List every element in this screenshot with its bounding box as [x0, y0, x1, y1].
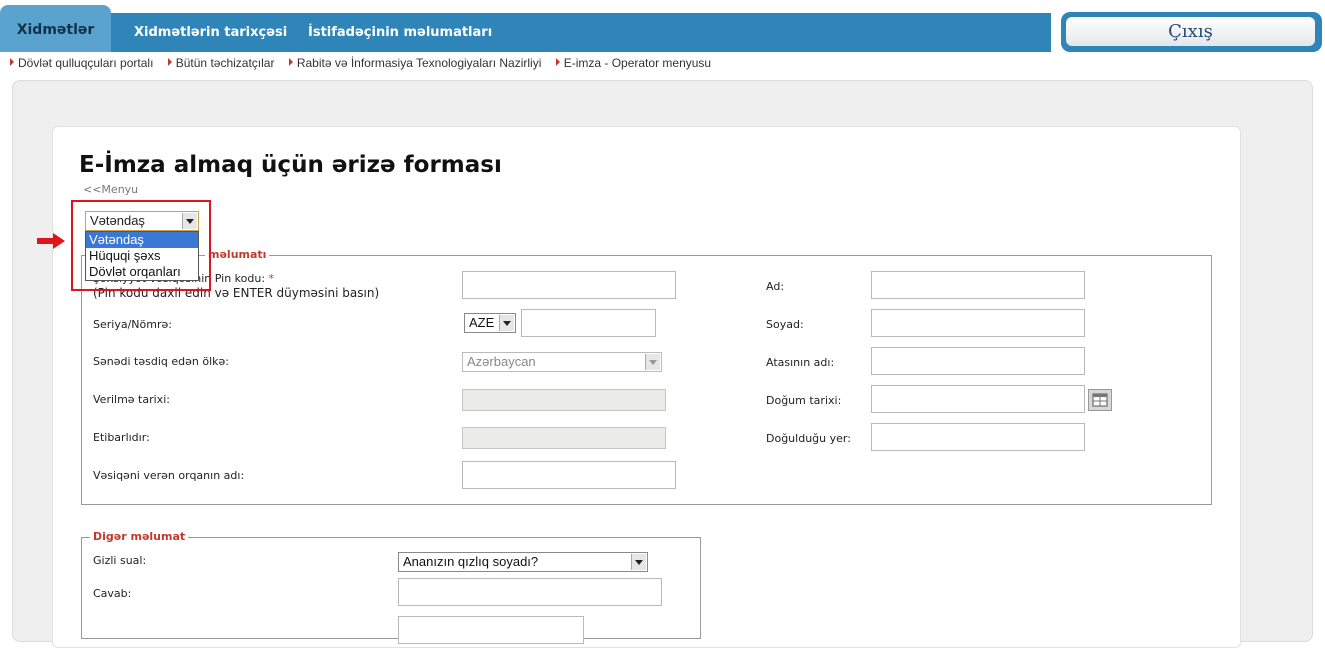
- extra-input[interactable]: [398, 616, 584, 644]
- personal-info-legend: məlumatı: [205, 248, 270, 261]
- back-to-menu-link[interactable]: <<Menyu: [83, 183, 138, 196]
- answer-label: Cavab:: [93, 587, 132, 600]
- birth-place-label: Doğulduğu yer:: [766, 432, 851, 445]
- pin-input[interactable]: [462, 271, 676, 299]
- breadcrumb-item[interactable]: Bütün təchizatçılar: [167, 56, 274, 70]
- name-label: Ad:: [766, 280, 785, 293]
- birth-date-input[interactable]: [871, 385, 1085, 413]
- tab-services[interactable]: Xidmətlər: [0, 5, 111, 52]
- issuer-label: Vəsiqəni verən orqanın adı:: [93, 469, 245, 482]
- father-name-label: Atasının adı:: [766, 356, 835, 369]
- chevron-down-icon: [649, 360, 657, 365]
- surname-label: Soyad:: [766, 318, 804, 331]
- other-info-legend: Digər məlumat: [90, 530, 189, 543]
- issue-date-label: Verilmə tarixi:: [93, 393, 170, 406]
- breadcrumb-item[interactable]: E-imza - Operator menyusu: [555, 56, 711, 70]
- annotation-arrow-icon: [37, 233, 65, 249]
- secret-question-select[interactable]: Ananızın qızlıq soyadı?: [398, 552, 648, 572]
- chevron-down-icon: [503, 321, 511, 326]
- secret-question-label: Gizli sual:: [93, 554, 147, 567]
- valid-until-field: [462, 427, 666, 449]
- bullet-triangle-icon: [167, 58, 172, 66]
- birth-place-input[interactable]: [871, 423, 1085, 451]
- logout-button[interactable]: Çıxış: [1066, 17, 1315, 46]
- country-label: Sənədi təsdiq edən ölkə:: [93, 355, 229, 368]
- bullet-triangle-icon: [288, 58, 293, 66]
- father-name-input[interactable]: [871, 347, 1085, 375]
- tab-user-info[interactable]: İstifadəçinin məlumatları: [308, 13, 492, 52]
- bullet-triangle-icon: [555, 58, 560, 66]
- issuer-input[interactable]: [462, 461, 676, 489]
- answer-input[interactable]: [398, 578, 662, 606]
- annotation-highlight-box: [71, 200, 211, 291]
- surname-input[interactable]: [871, 309, 1085, 337]
- valid-until-label: Etibarlıdır:: [93, 431, 150, 444]
- top-navigation: Xidmətlər Xidmətlərin tarixçəsi İstifadə…: [0, 5, 1051, 52]
- name-input[interactable]: [871, 271, 1085, 299]
- serial-prefix-select[interactable]: AZE: [464, 313, 516, 333]
- tab-service-history[interactable]: Xidmətlərin tarixçəsi: [134, 13, 287, 52]
- chevron-down-icon: [635, 560, 643, 565]
- bullet-triangle-icon: [10, 58, 14, 66]
- logout-frame: Çıxış: [1061, 12, 1322, 52]
- breadcrumb: Dövlət qulluqçuları portalı Bütün təchiz…: [10, 56, 722, 70]
- calendar-icon[interactable]: [1088, 389, 1112, 411]
- country-select: Azərbaycan: [462, 352, 662, 372]
- page-title: E-İmza almaq üçün ərizə forması: [79, 152, 502, 178]
- serial-number-input[interactable]: [521, 309, 656, 337]
- birth-date-label: Doğum tarixi:: [766, 394, 842, 407]
- issue-date-field: [462, 389, 666, 411]
- breadcrumb-item[interactable]: Dövlət qulluqçuları portalı: [10, 56, 153, 70]
- breadcrumb-item[interactable]: Rabitə və İnformasiya Texnologiyaları Na…: [288, 56, 541, 70]
- serial-label: Seriya/Nömrə:: [93, 318, 172, 331]
